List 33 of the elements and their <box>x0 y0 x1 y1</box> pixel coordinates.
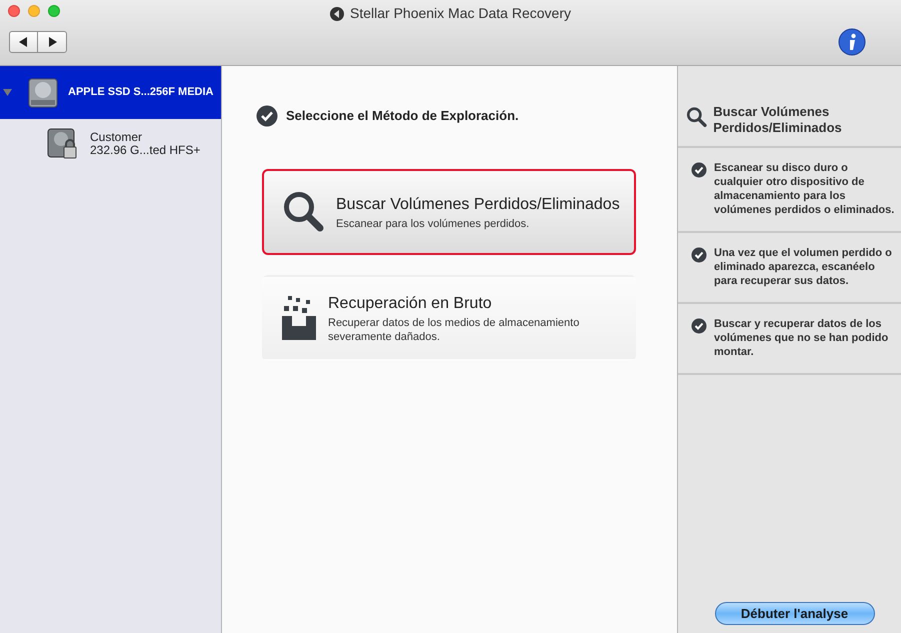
search-icon <box>282 190 326 234</box>
checkmark-icon <box>256 105 278 127</box>
volume-name: Customer <box>90 131 144 144</box>
window-title: Stellar Phoenix Mac Data Recovery <box>350 4 571 23</box>
checkmark-icon <box>691 318 707 334</box>
method-description: Escanear para los volúmenes perdidos. <box>336 217 530 231</box>
app-logo-icon <box>330 6 344 20</box>
close-button[interactable] <box>8 5 20 17</box>
feature-description: Escanear su disco duro o cualquier otro dispositivo de almacenamiento para los volúmenes perdidos o eliminados. <box>714 161 895 217</box>
method-description: Recuperar datos de los medios de almacenamiento severamente dañados. <box>328 316 580 344</box>
checkmark-icon <box>691 162 707 178</box>
section-heading: Seleccione el Método de Exploración. <box>286 107 519 126</box>
start-analysis-button[interactable]: Débuter l'analyse <box>714 602 874 625</box>
volume-item[interactable]: Customer 232.96 G...ted HFS+ <box>0 119 221 169</box>
feature-description: Buscar y recuperar datos de los volúmenes que no se han podido montar. <box>714 317 890 359</box>
hard-drive-icon <box>26 76 60 110</box>
info-icon[interactable] <box>838 28 866 56</box>
panel-title: Buscar Volúmenes Perdidos/Eliminados <box>713 103 843 136</box>
zoom-button[interactable] <box>48 5 60 17</box>
method-title: Buscar Volúmenes Perdidos/Eliminados <box>336 195 621 215</box>
forward-arrow-icon <box>48 37 56 47</box>
minimize-button[interactable] <box>28 5 40 17</box>
disclosure-triangle-icon[interactable] <box>3 89 12 96</box>
disk-label: APPLE SSD S...256F MEDIA <box>68 85 214 100</box>
checkmark-icon <box>691 247 707 263</box>
scan-method-button[interactable]: Buscar Volúmenes Perdidos/Eliminados Escanear para los volúmenes perdidos. <box>262 169 636 255</box>
method-title: Recuperación en Bruto <box>328 294 493 314</box>
volume-detail: 232.96 G...ted HFS+ <box>90 144 200 157</box>
pixel-blocks-icon <box>282 296 318 340</box>
scan-method-button[interactable]: Recuperación en Bruto Recuperar datos de los medios de almacenamiento severamente dañados. <box>262 275 636 361</box>
sidebar-item[interactable]: APPLE SSD S...256F MEDIA <box>0 66 221 119</box>
feature-description: Una vez que el volumen perdido o eliminado aparezca, escanéelo para recuperar sus datos. <box>714 246 893 288</box>
back-arrow-icon <box>19 37 28 47</box>
